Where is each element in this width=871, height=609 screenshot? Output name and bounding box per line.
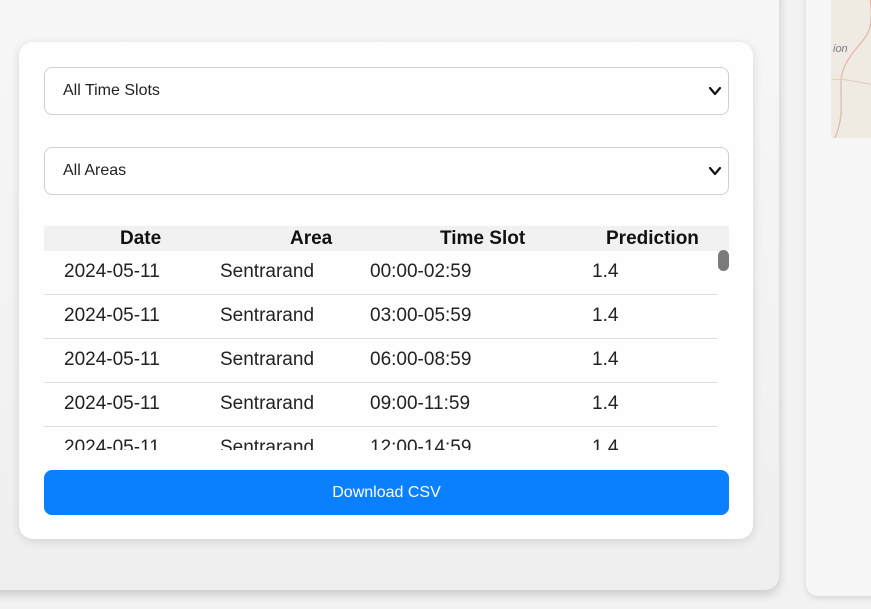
- map-view[interactable]: ion: [831, 0, 871, 138]
- cell-time-slot: 03:00-05:59: [370, 305, 472, 326]
- table-row[interactable]: 2024-05-11 Sentrarand 00:00-02:59 1.4: [44, 251, 717, 295]
- predictions-table[interactable]: Date Area Time Slot Prediction 2024-05-1…: [44, 226, 729, 450]
- cell-area: Sentrarand: [220, 393, 315, 414]
- table-row[interactable]: 2024-05-11 Sentrarand 06:00-08:59 1.4: [44, 339, 717, 383]
- cell-prediction: 1.4: [592, 261, 619, 282]
- table-row[interactable]: 2024-05-11 Sentrarand 09:00-11:59 1.4: [44, 383, 717, 427]
- cell-area: Sentrarand: [220, 437, 315, 450]
- download-csv-button[interactable]: Download CSV: [44, 470, 729, 515]
- header-area: Area: [290, 228, 333, 249]
- area-select[interactable]: All Areas: [44, 147, 729, 195]
- cell-prediction: 1.4: [592, 437, 619, 450]
- cell-date: 2024-05-11: [64, 305, 160, 326]
- table-header: Date Area Time Slot Prediction: [44, 226, 729, 251]
- table-row[interactable]: 2024-05-11 Sentrarand 12:00-14:59 1.4: [44, 427, 717, 450]
- cell-date: 2024-05-11: [64, 261, 160, 282]
- header-prediction: Prediction: [606, 228, 699, 249]
- map-place-label: ion: [833, 43, 848, 55]
- cell-time-slot: 09:00-11:59: [370, 393, 471, 414]
- cell-area: Sentrarand: [220, 349, 315, 370]
- cell-time-slot: 06:00-08:59: [370, 349, 472, 370]
- prediction-card: All Time Slots All Areas Date Area Time …: [19, 42, 753, 539]
- header-date: Date: [120, 228, 162, 249]
- map-roads: [831, 0, 871, 138]
- cell-date: 2024-05-11: [64, 349, 160, 370]
- cell-prediction: 1.4: [592, 349, 619, 370]
- cell-date: 2024-05-11: [64, 393, 160, 414]
- cell-date: 2024-05-11: [64, 437, 160, 450]
- cell-time-slot: 00:00-02:59: [370, 261, 472, 282]
- cell-area: Sentrarand: [220, 261, 315, 282]
- chevron-down-icon: [708, 86, 722, 96]
- chevron-down-icon: [708, 166, 722, 176]
- header-time-slot: Time Slot: [440, 228, 526, 249]
- time-slot-selected: All Time Slots: [63, 82, 160, 99]
- table-row[interactable]: 2024-05-11 Sentrarand 03:00-05:59 1.4: [44, 295, 717, 339]
- cell-time-slot: 12:00-14:59: [370, 437, 472, 450]
- map-panel: ion: [806, 0, 871, 596]
- area-selected: All Areas: [63, 162, 127, 179]
- time-slot-select[interactable]: All Time Slots: [44, 67, 729, 115]
- table-scrollbar-thumb[interactable]: [718, 250, 729, 271]
- cell-area: Sentrarand: [220, 305, 315, 326]
- cell-prediction: 1.4: [592, 305, 619, 326]
- cell-prediction: 1.4: [592, 393, 619, 414]
